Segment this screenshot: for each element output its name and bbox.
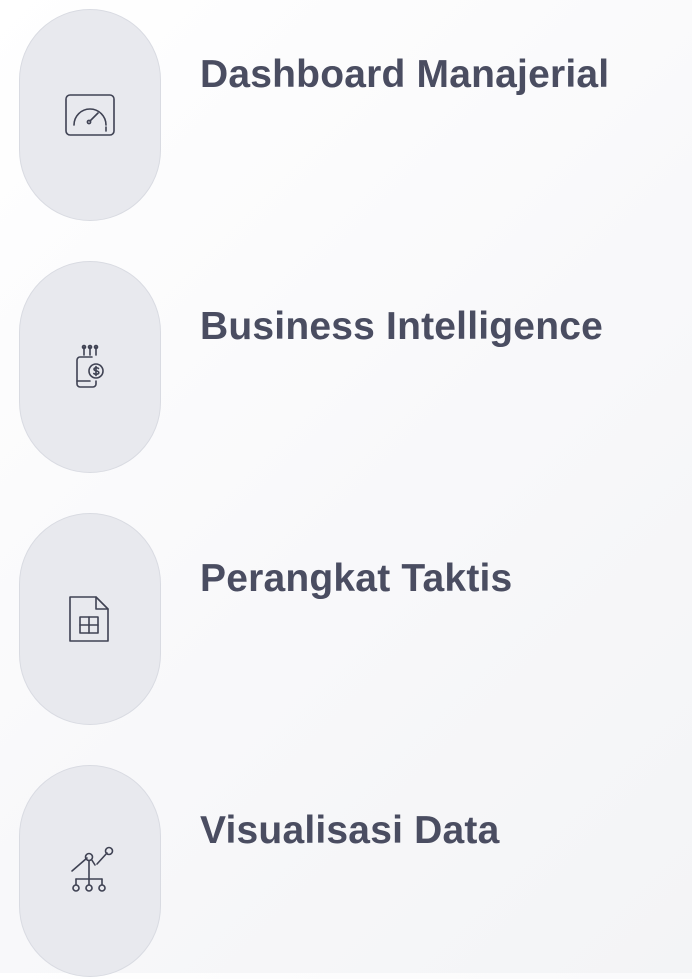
data-network-chart-icon (71, 846, 114, 892)
icon-pill (19, 261, 161, 473)
feature-list: Dashboard Manajerial Business Intelligen… (0, 0, 692, 977)
icon-pill (19, 9, 161, 221)
feature-item-business-intelligence[interactable]: Business Intelligence (19, 261, 679, 475)
mobile-dollar-icon (76, 344, 104, 388)
feature-item-dashboard-manajerial[interactable]: Dashboard Manajerial (19, 9, 679, 223)
icon-pill (19, 765, 161, 977)
feature-title: Dashboard Manajerial (200, 53, 610, 96)
icon-pill (19, 513, 161, 725)
feature-title: Visualisasi Data (200, 809, 500, 852)
gauge-icon (65, 94, 115, 136)
feature-title: Perangkat Taktis (200, 557, 513, 600)
spreadsheet-file-icon (69, 596, 109, 642)
feature-item-visualisasi-data[interactable]: Visualisasi Data (19, 765, 679, 979)
feature-item-perangkat-taktis[interactable]: Perangkat Taktis (19, 513, 679, 727)
feature-title: Business Intelligence (200, 305, 603, 348)
